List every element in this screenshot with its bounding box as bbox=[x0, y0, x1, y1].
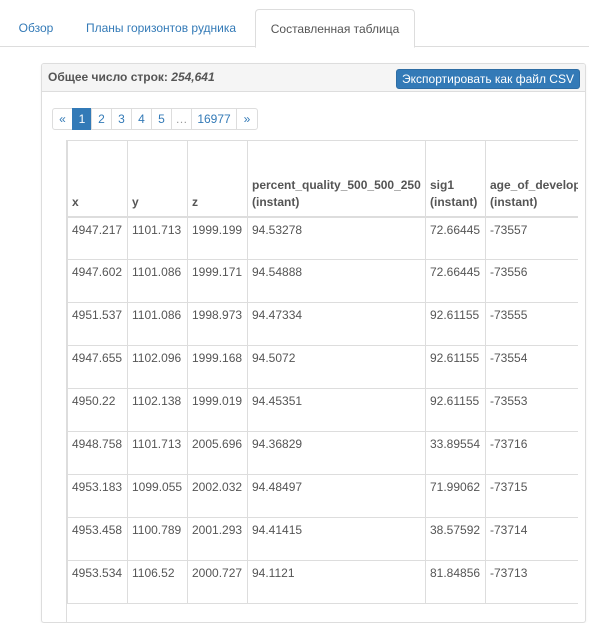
table-cell: 1102.096 bbox=[127, 345, 188, 389]
table-row: 4953.458 1100.789 2001.293 94.41415 38.57592… bbox=[67, 517, 578, 561]
page-prev[interactable]: « bbox=[52, 108, 73, 130]
table-cell: 4953.458 bbox=[67, 517, 128, 561]
table-cell: 94.41415 bbox=[247, 517, 426, 561]
table-cell: 33.89554 bbox=[425, 431, 486, 475]
column-header-y[interactable]: y bbox=[127, 140, 188, 218]
table-cell: 1101.086 bbox=[127, 259, 188, 303]
table-cell: 2000.727 bbox=[187, 560, 248, 604]
table-row: 4947.217 1101.713 1999.199 94.53278 72.66445… bbox=[67, 216, 578, 260]
table-cell: 1101.713 bbox=[127, 216, 188, 260]
page-2[interactable]: 2 bbox=[91, 108, 112, 130]
row-count-value: 254,641 bbox=[171, 70, 215, 84]
table-cell: -73553 bbox=[485, 388, 578, 432]
column-header-z[interactable]: z bbox=[187, 140, 248, 218]
table-cell: 1106.52 bbox=[127, 560, 188, 604]
table-cell: -73554 bbox=[485, 345, 578, 389]
table-panel: Общее число строк: 254,641 Экспортироват… bbox=[41, 63, 586, 623]
table-cell: 4951.537 bbox=[67, 302, 128, 346]
export-csv-button[interactable]: Экспортировать как файл CSV bbox=[396, 69, 580, 89]
table-scroll-area[interactable]: x y z percent_quality_500_500_250 (instan… bbox=[66, 140, 578, 622]
table-cell: 94.53278 bbox=[247, 216, 426, 260]
table-cell: 1998.973 bbox=[187, 302, 248, 346]
data-table: x y z percent_quality_500_500_250 (instan… bbox=[67, 140, 578, 604]
table-cell: 1101.086 bbox=[127, 302, 188, 346]
table-cell: 94.54888 bbox=[247, 259, 426, 303]
table-cell: 1999.168 bbox=[187, 345, 248, 389]
table-cell: 81.84856 bbox=[425, 560, 486, 604]
page-5[interactable]: 5 bbox=[151, 108, 172, 130]
table-row: 4947.655 1102.096 1999.168 94.5072 92.61155-… bbox=[67, 345, 578, 389]
column-header-percent-quality[interactable]: percent_quality_500_500_250 (instant) bbox=[247, 140, 426, 218]
table-row: 4950.22 1102.138 1999.019 94.45351 92.61155-… bbox=[67, 388, 578, 432]
table-cell: 4953.534 bbox=[67, 560, 128, 604]
row-count: Общее число строк: 254,641 bbox=[48, 64, 215, 92]
table-cell: -73716 bbox=[485, 431, 578, 475]
tab-mine-level-plans[interactable]: Планы горизонтов рудника bbox=[72, 9, 250, 47]
table-body: 4947.217 1101.713 1999.199 94.53278 72.66445… bbox=[67, 216, 578, 604]
table-cell: 1099.055 bbox=[127, 474, 188, 518]
tab-bar: Обзор Планы горизонтов рудника Составлен… bbox=[0, 0, 589, 48]
table-cell: -73714 bbox=[485, 517, 578, 561]
table-cell: 4947.217 bbox=[67, 216, 128, 260]
table-row: 4947.602 1101.086 1999.171 94.54888 72.66445… bbox=[67, 259, 578, 303]
table-cell: 1999.019 bbox=[187, 388, 248, 432]
page-ellipsis: … bbox=[171, 108, 192, 130]
table-cell: 94.47334 bbox=[247, 302, 426, 346]
table-row: 4951.537 1101.086 1998.973 94.47334 92.61155… bbox=[67, 302, 578, 346]
table-row: 4953.183 1099.055 2002.032 94.48497 71.99062… bbox=[67, 474, 578, 518]
page-4[interactable]: 4 bbox=[131, 108, 152, 130]
table-cell: 71.99062 bbox=[425, 474, 486, 518]
table-cell: 94.48497 bbox=[247, 474, 426, 518]
table-cell: 94.1121 bbox=[247, 560, 426, 604]
tab-overview[interactable]: Обзор bbox=[6, 9, 66, 47]
table-row: 4953.534 1106.52 2000.727 94.1121 81.84856 -7… bbox=[67, 560, 578, 604]
column-header-sig1[interactable]: sig1 (instant) bbox=[425, 140, 486, 218]
table-cell: -73556 bbox=[485, 259, 578, 303]
row-count-label: Общее число строк: bbox=[48, 70, 168, 84]
page-last-number[interactable]: 16977 bbox=[191, 108, 237, 130]
table-cell: 1999.171 bbox=[187, 259, 248, 303]
table-cell: 2005.696 bbox=[187, 431, 248, 475]
table-cell: 4950.22 bbox=[67, 388, 128, 432]
table-cell: 72.66445 bbox=[425, 216, 486, 260]
table-cell: 4947.602 bbox=[67, 259, 128, 303]
panel-heading: Общее число строк: 254,641 Экспортироват… bbox=[42, 64, 585, 92]
table-cell: 38.57592 bbox=[425, 517, 486, 561]
page-next[interactable]: » bbox=[236, 108, 258, 130]
page-3[interactable]: 3 bbox=[111, 108, 132, 130]
tab-compiled-table[interactable]: Составленная таблица bbox=[255, 9, 415, 48]
table-cell: 94.36829 bbox=[247, 431, 426, 475]
table-header-row: x y z percent_quality_500_500_250 (instan… bbox=[67, 140, 578, 218]
table-cell: 72.66445 bbox=[425, 259, 486, 303]
table-cell: 1100.789 bbox=[127, 517, 188, 561]
table-cell: 92.61155 bbox=[425, 388, 486, 432]
table-cell: 94.45351 bbox=[247, 388, 426, 432]
table-cell: 4947.655 bbox=[67, 345, 128, 389]
table-cell: 4953.183 bbox=[67, 474, 128, 518]
table-cell: -73715 bbox=[485, 474, 578, 518]
table-row: 4948.758 1101.713 2005.696 94.36829 33.89554… bbox=[67, 431, 578, 475]
column-header-x[interactable]: x bbox=[67, 140, 128, 218]
table-cell: 4948.758 bbox=[67, 431, 128, 475]
column-header-age-of-development[interactable]: age_of_development(instant) bbox=[485, 140, 578, 218]
table-cell: -73713 bbox=[485, 560, 578, 604]
table-cell: 1101.713 bbox=[127, 431, 188, 475]
page-1[interactable]: 1 bbox=[72, 108, 92, 130]
table-cell: 1999.199 bbox=[187, 216, 248, 260]
table-cell: 2002.032 bbox=[187, 474, 248, 518]
table-cell: 1102.138 bbox=[127, 388, 188, 432]
table-cell: 92.61155 bbox=[425, 302, 486, 346]
table-cell: -73555 bbox=[485, 302, 578, 346]
table-cell: -73557 bbox=[485, 216, 578, 260]
table-cell: 94.5072 bbox=[247, 345, 426, 389]
table-cell: 92.61155 bbox=[425, 345, 486, 389]
table-cell: 2001.293 bbox=[187, 517, 248, 561]
